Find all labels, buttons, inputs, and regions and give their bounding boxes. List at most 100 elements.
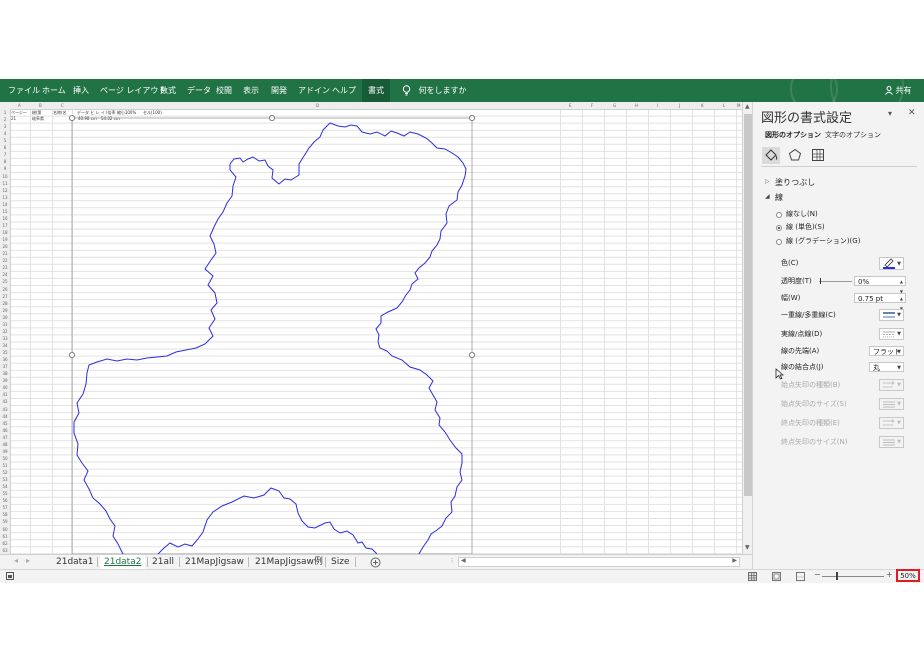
chevron-down-icon: ▼ xyxy=(897,439,901,445)
zoom-level[interactable]: 50% xyxy=(896,569,920,582)
transparency-value: 0% xyxy=(858,278,870,286)
close-icon[interactable]: ✕ xyxy=(908,108,916,118)
page-break-preview-icon[interactable] xyxy=(796,572,805,581)
end-arrow-size-label: 終点矢印のサイズ(N) xyxy=(781,438,848,446)
effects-icon[interactable] xyxy=(788,148,802,162)
tab-insert[interactable]: 挿入 xyxy=(73,79,89,102)
begin-arrow-type-dropdown[interactable]: ▼ xyxy=(879,379,904,391)
size-properties-icon[interactable] xyxy=(811,148,825,162)
radio-no-line-label: 線なし(N) xyxy=(786,210,818,218)
radio-gradient-line[interactable] xyxy=(776,239,782,245)
resize-handles[interactable] xyxy=(69,114,475,358)
transparency-slider-thumb[interactable] xyxy=(820,278,821,284)
sheet-tab-size[interactable]: Size xyxy=(331,555,349,569)
line-color-picker[interactable]: ▼ xyxy=(879,257,904,270)
tab-file[interactable]: ファイル xyxy=(8,79,40,102)
arrow-type-icon xyxy=(883,419,895,426)
chevron-down-icon: ▼ xyxy=(897,382,901,388)
tell-me-search[interactable]: 何をしますか xyxy=(402,79,467,102)
normal-view-icon[interactable] xyxy=(748,572,757,581)
dash-lines-icon xyxy=(883,331,895,338)
chevron-down-icon: ▼ xyxy=(897,401,901,407)
tab-view[interactable]: 表示 xyxy=(243,79,259,102)
begin-arrow-size-label: 始点矢印のサイズ(S) xyxy=(781,400,847,408)
tab-separator xyxy=(325,557,326,567)
sheet-tab-21all[interactable]: 21all xyxy=(152,555,174,569)
tab-addins[interactable]: アドイン xyxy=(298,79,330,102)
section-fill[interactable]: 塗りつぶし xyxy=(775,177,815,188)
tab-text-options[interactable]: 文字のオプション xyxy=(825,130,881,140)
end-arrow-size-dropdown[interactable]: ▼ xyxy=(879,436,904,448)
ribbon-tab-bar: ファイル ホーム 挿入 ページ レイアウト 数式 データ 校閲 表示 開発 アド… xyxy=(0,49,924,123)
expand-arrow-icon[interactable]: ▷ xyxy=(765,178,770,185)
zoom-out-button[interactable]: − xyxy=(814,570,821,579)
tab-nav-next-icon[interactable]: ▸ xyxy=(26,556,30,565)
cap-type-label: 線の先端(A) xyxy=(781,347,820,355)
horizontal-scrollbar[interactable]: ◀ ▶ xyxy=(458,557,740,567)
tab-home[interactable]: ホーム xyxy=(42,79,66,102)
arrow-size-icon xyxy=(883,401,895,408)
tell-me-text: 何をしますか xyxy=(418,86,467,95)
arrow-size-icon xyxy=(883,439,895,446)
sheet-tab-21data1[interactable]: 21data1 xyxy=(56,555,93,569)
pane-options-dropdown-icon[interactable]: ▾ xyxy=(888,109,892,118)
tab-separator xyxy=(355,557,356,567)
worksheet-grid[interactable]: A B C D E F G H I J K L M 1 2 3 4 5 6 7 8 9 10 11 1… xyxy=(0,102,742,554)
scroll-thumb[interactable] xyxy=(744,114,752,496)
tab-review[interactable]: 校閲 xyxy=(216,79,232,102)
splitter-handle-icon[interactable]: ⁝ xyxy=(451,557,453,565)
begin-arrow-size-dropdown[interactable]: ▼ xyxy=(879,398,904,410)
scroll-down-icon[interactable]: ▼ xyxy=(745,544,750,551)
sheet-tab-21mapjigsaw-example[interactable]: 21MapJigsaw例 xyxy=(255,555,323,569)
zoom-in-button[interactable]: + xyxy=(886,570,893,579)
sheet-tab-21mapjigsaw[interactable]: 21MapJigsaw xyxy=(185,555,244,569)
radio-no-line[interactable] xyxy=(776,212,782,218)
chevron-down-icon: ▼ xyxy=(897,331,901,337)
tab-page-layout[interactable]: ページ レイアウト xyxy=(100,79,166,102)
width-label: 幅(W) xyxy=(781,294,801,302)
tab-shape-options[interactable]: 図形のオプション xyxy=(765,130,821,140)
radio-solid-line-label: 線 (単色)(S) xyxy=(786,223,825,231)
scroll-right-icon[interactable]: ▶ xyxy=(732,557,737,564)
chevron-down-icon: ▼ xyxy=(897,261,901,267)
pen-color-icon xyxy=(883,258,895,269)
page-layout-view-icon[interactable] xyxy=(772,572,781,581)
format-shape-pane: 図形の書式設定 ▾ ✕ 図形のオプション 文字のオプション ▷ 塗りつぶし ◢ … xyxy=(752,102,924,569)
tab-data[interactable]: データ xyxy=(187,79,211,102)
section-line[interactable]: 線 xyxy=(775,192,783,203)
compound-lines-icon xyxy=(883,312,895,318)
join-type-dropdown[interactable]: 丸 ▼ xyxy=(869,362,904,372)
person-icon xyxy=(885,86,893,95)
join-type-value: 丸 xyxy=(873,364,880,372)
share-button[interactable]: 共有 xyxy=(885,79,912,102)
tab-help[interactable]: ヘルプ xyxy=(332,79,356,102)
macro-record-icon[interactable] xyxy=(6,572,14,580)
chevron-down-icon: ▼ xyxy=(897,420,901,426)
tab-nav-prev-icon[interactable]: ◂ xyxy=(14,556,18,565)
dash-type-label: 実線/点線(D) xyxy=(781,330,823,338)
width-input[interactable]: 0.75 pt ▲▼ xyxy=(854,293,906,311)
scroll-left-icon[interactable]: ◀ xyxy=(461,557,466,564)
transparency-input[interactable]: 0% ▲ ▼ xyxy=(854,276,906,294)
radio-gradient-line-label: 線 (グラデーション)(G) xyxy=(786,237,861,245)
scroll-up-icon[interactable]: ▲ xyxy=(745,103,750,110)
line-color-label: 色(C) xyxy=(781,259,799,267)
tab-separator xyxy=(248,557,249,567)
tab-formulas[interactable]: 数式 xyxy=(160,79,176,102)
tab-separator xyxy=(147,557,148,567)
radio-solid-line[interactable] xyxy=(776,225,782,231)
collapse-arrow-icon[interactable]: ◢ xyxy=(765,193,770,200)
fill-line-tab[interactable] xyxy=(762,147,780,164)
end-arrow-type-dropdown[interactable]: ▼ xyxy=(879,417,904,429)
transparency-slider[interactable] xyxy=(819,281,852,282)
zoom-slider-track[interactable] xyxy=(822,576,884,577)
tab-format[interactable]: 書式 xyxy=(362,79,390,102)
tab-developer[interactable]: 開発 xyxy=(271,79,287,102)
compound-type-dropdown[interactable]: ▼ xyxy=(879,309,904,321)
dash-type-dropdown[interactable]: ▼ xyxy=(879,328,904,340)
zoom-slider-thumb[interactable] xyxy=(836,572,838,580)
arrow-type-icon xyxy=(883,381,895,388)
plus-circle-icon[interactable] xyxy=(370,557,381,568)
cap-type-dropdown[interactable]: フラット ▼ xyxy=(869,346,904,356)
map-outline-shape[interactable] xyxy=(73,122,467,554)
